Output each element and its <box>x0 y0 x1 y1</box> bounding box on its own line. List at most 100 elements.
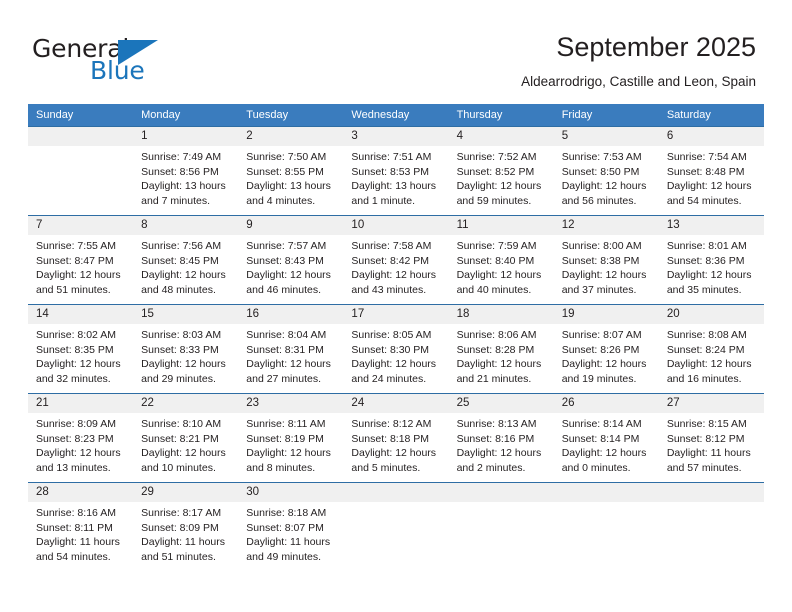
day-number: 2 <box>246 130 253 142</box>
daylight-text-line2: and 54 minutes. <box>666 194 742 207</box>
sunset-text: Sunset: 8:23 PM <box>36 432 114 445</box>
day-cell[interactable]: 4 Sunrise: 7:52 AM Sunset: 8:52 PM Dayli… <box>449 127 554 215</box>
sunrise-text: Sunrise: 8:17 AM <box>141 507 222 519</box>
page-header: General Blue September 2025 Aldearrodrig… <box>0 0 792 104</box>
day-details: Sunrise: 8:09 AM Sunset: 8:23 PM Dayligh… <box>36 417 133 475</box>
day-cell[interactable]: 25 Sunrise: 8:13 AM Sunset: 8:16 PM Dayl… <box>449 394 554 482</box>
sunrise-text: Sunrise: 8:12 AM <box>351 418 432 430</box>
day-cell[interactable]: 7 Sunrise: 7:55 AM Sunset: 8:47 PM Dayli… <box>28 216 133 304</box>
daylight-text-line1: Daylight: 12 hours <box>141 269 226 282</box>
sunrise-text: Sunrise: 8:02 AM <box>36 329 116 341</box>
general-blue-logo[interactable]: General Blue <box>32 34 192 86</box>
day-cell[interactable] <box>659 483 764 571</box>
day-cell[interactable]: 20 Sunrise: 8:08 AM Sunset: 8:24 PM Dayl… <box>659 305 764 393</box>
day-cell[interactable]: 6 Sunrise: 7:54 AM Sunset: 8:48 PM Dayli… <box>659 127 764 215</box>
sunrise-text: Sunrise: 8:08 AM <box>666 329 747 341</box>
day-cell[interactable] <box>449 483 554 571</box>
page-title: September 2025 <box>556 32 756 62</box>
day-details: Sunrise: 8:14 AM Sunset: 8:14 PM Dayligh… <box>562 417 659 475</box>
daylight-text-line1: Daylight: 12 hours <box>561 447 647 460</box>
week-row: 7 Sunrise: 7:55 AM Sunset: 8:47 PM Dayli… <box>28 215 764 304</box>
day-cell[interactable]: 17 Sunrise: 8:05 AM Sunset: 8:30 PM Dayl… <box>343 305 448 393</box>
day-number <box>36 127 133 146</box>
daylight-text-line1: Daylight: 12 hours <box>456 269 542 282</box>
day-details: Sunrise: 8:03 AM Sunset: 8:33 PM Dayligh… <box>141 328 238 386</box>
day-details: Sunrise: 7:56 AM Sunset: 8:45 PM Dayligh… <box>141 239 238 297</box>
day-details: Sunrise: 7:49 AM Sunset: 8:56 PM Dayligh… <box>141 150 238 208</box>
sunrise-text: Sunrise: 8:03 AM <box>141 329 222 341</box>
sunset-text: Sunset: 8:56 PM <box>141 165 219 178</box>
week-row: 1 Sunrise: 7:49 AM Sunset: 8:56 PM Dayli… <box>28 126 764 215</box>
day-cell[interactable]: 21 Sunrise: 8:09 AM Sunset: 8:23 PM Dayl… <box>28 394 133 482</box>
day-number: 22 <box>141 397 154 409</box>
day-cell[interactable]: 12 Sunrise: 8:00 AM Sunset: 8:38 PM Dayl… <box>554 216 659 304</box>
day-cell[interactable]: 8 Sunrise: 7:56 AM Sunset: 8:45 PM Dayli… <box>133 216 238 304</box>
day-cell[interactable] <box>554 483 659 571</box>
day-cell[interactable]: 5 Sunrise: 7:53 AM Sunset: 8:50 PM Dayli… <box>554 127 659 215</box>
daylight-text-line2: and 8 minutes. <box>246 461 316 474</box>
sunset-text: Sunset: 8:48 PM <box>666 165 745 178</box>
day-details: Sunrise: 8:13 AM Sunset: 8:16 PM Dayligh… <box>457 417 554 475</box>
day-cell[interactable]: 2 Sunrise: 7:50 AM Sunset: 8:55 PM Dayli… <box>238 127 343 215</box>
sunrise-text: Sunrise: 7:52 AM <box>456 151 537 163</box>
day-number <box>457 483 554 502</box>
day-cell[interactable]: 28 Sunrise: 8:16 AM Sunset: 8:11 PM Dayl… <box>28 483 133 571</box>
day-cell[interactable]: 24 Sunrise: 8:12 AM Sunset: 8:18 PM Dayl… <box>343 394 448 482</box>
sunset-text: Sunset: 8:21 PM <box>141 432 219 445</box>
day-cell[interactable] <box>343 483 448 571</box>
day-cell[interactable]: 27 Sunrise: 8:15 AM Sunset: 8:12 PM Dayl… <box>659 394 764 482</box>
day-details: Sunrise: 7:52 AM Sunset: 8:52 PM Dayligh… <box>457 150 554 208</box>
day-cell[interactable]: 10 Sunrise: 7:58 AM Sunset: 8:42 PM Dayl… <box>343 216 448 304</box>
day-number: 28 <box>36 486 49 498</box>
day-cell[interactable]: 13 Sunrise: 8:01 AM Sunset: 8:36 PM Dayl… <box>659 216 764 304</box>
day-number: 6 <box>666 130 674 142</box>
sunset-text: Sunset: 8:47 PM <box>36 254 114 267</box>
weekday-header-saturday: Saturday <box>666 109 711 121</box>
day-cell[interactable]: 16 Sunrise: 8:04 AM Sunset: 8:31 PM Dayl… <box>238 305 343 393</box>
day-cell[interactable]: 9 Sunrise: 7:57 AM Sunset: 8:43 PM Dayli… <box>238 216 343 304</box>
daylight-text-line2: and 24 minutes. <box>351 372 427 385</box>
day-cell[interactable]: 26 Sunrise: 8:14 AM Sunset: 8:14 PM Dayl… <box>554 394 659 482</box>
day-cell[interactable]: 15 Sunrise: 8:03 AM Sunset: 8:33 PM Dayl… <box>133 305 238 393</box>
day-details: Sunrise: 7:57 AM Sunset: 8:43 PM Dayligh… <box>246 239 343 297</box>
day-details: Sunrise: 8:06 AM Sunset: 8:28 PM Dayligh… <box>457 328 554 386</box>
weekday-header-friday: Friday <box>561 109 593 121</box>
day-details: Sunrise: 8:16 AM Sunset: 8:11 PM Dayligh… <box>36 506 133 564</box>
daylight-text-line1: Daylight: 11 hours <box>141 536 225 549</box>
day-cell[interactable]: 18 Sunrise: 8:06 AM Sunset: 8:28 PM Dayl… <box>449 305 554 393</box>
day-cell[interactable]: 11 Sunrise: 7:59 AM Sunset: 8:40 PM Dayl… <box>449 216 554 304</box>
week-row: 14 Sunrise: 8:02 AM Sunset: 8:35 PM Dayl… <box>28 304 764 393</box>
day-cell[interactable]: 14 Sunrise: 8:02 AM Sunset: 8:35 PM Dayl… <box>28 305 133 393</box>
daylight-text-line1: Daylight: 12 hours <box>246 269 331 282</box>
day-details: Sunrise: 7:53 AM Sunset: 8:50 PM Dayligh… <box>562 150 659 208</box>
day-cell[interactable]: 23 Sunrise: 8:11 AM Sunset: 8:19 PM Dayl… <box>238 394 343 482</box>
daylight-text-line2: and 32 minutes. <box>36 372 111 385</box>
sunrise-text: Sunrise: 8:07 AM <box>561 329 642 341</box>
sunset-text: Sunset: 8:36 PM <box>666 254 745 267</box>
day-number: 25 <box>456 397 470 409</box>
day-number: 10 <box>351 219 365 231</box>
day-number: 27 <box>666 397 680 409</box>
daylight-text-line1: Daylight: 12 hours <box>141 358 226 371</box>
sunrise-text: Sunrise: 8:16 AM <box>36 507 116 519</box>
day-cell[interactable]: 1 Sunrise: 7:49 AM Sunset: 8:56 PM Dayli… <box>133 127 238 215</box>
daylight-text-line1: Daylight: 12 hours <box>246 358 331 371</box>
day-cell[interactable]: 3 Sunrise: 7:51 AM Sunset: 8:53 PM Dayli… <box>343 127 448 215</box>
day-number: 7 <box>36 219 43 231</box>
day-cell[interactable]: 22 Sunrise: 8:10 AM Sunset: 8:21 PM Dayl… <box>133 394 238 482</box>
day-cell[interactable]: 19 Sunrise: 8:07 AM Sunset: 8:26 PM Dayl… <box>554 305 659 393</box>
daylight-text-line2: and 46 minutes. <box>246 283 321 296</box>
daylight-text-line1: Daylight: 13 hours <box>246 180 331 193</box>
day-cell[interactable]: 30 Sunrise: 8:18 AM Sunset: 8:07 PM Dayl… <box>238 483 343 571</box>
sunset-text: Sunset: 8:24 PM <box>666 343 745 356</box>
daylight-text-line2: and 51 minutes. <box>36 283 111 296</box>
sunrise-text: Sunrise: 8:05 AM <box>351 329 432 341</box>
daylight-text-line1: Daylight: 12 hours <box>561 180 647 193</box>
sunrise-text: Sunrise: 8:18 AM <box>246 507 327 519</box>
daylight-text-line2: and 21 minutes. <box>456 372 532 385</box>
daylight-text-line1: Daylight: 12 hours <box>456 358 542 371</box>
day-cell[interactable] <box>28 127 133 215</box>
calendar-page: General Blue September 2025 Aldearrodrig… <box>0 0 792 612</box>
day-cell[interactable]: 29 Sunrise: 8:17 AM Sunset: 8:09 PM Dayl… <box>133 483 238 571</box>
daylight-text-line1: Daylight: 12 hours <box>351 358 437 371</box>
